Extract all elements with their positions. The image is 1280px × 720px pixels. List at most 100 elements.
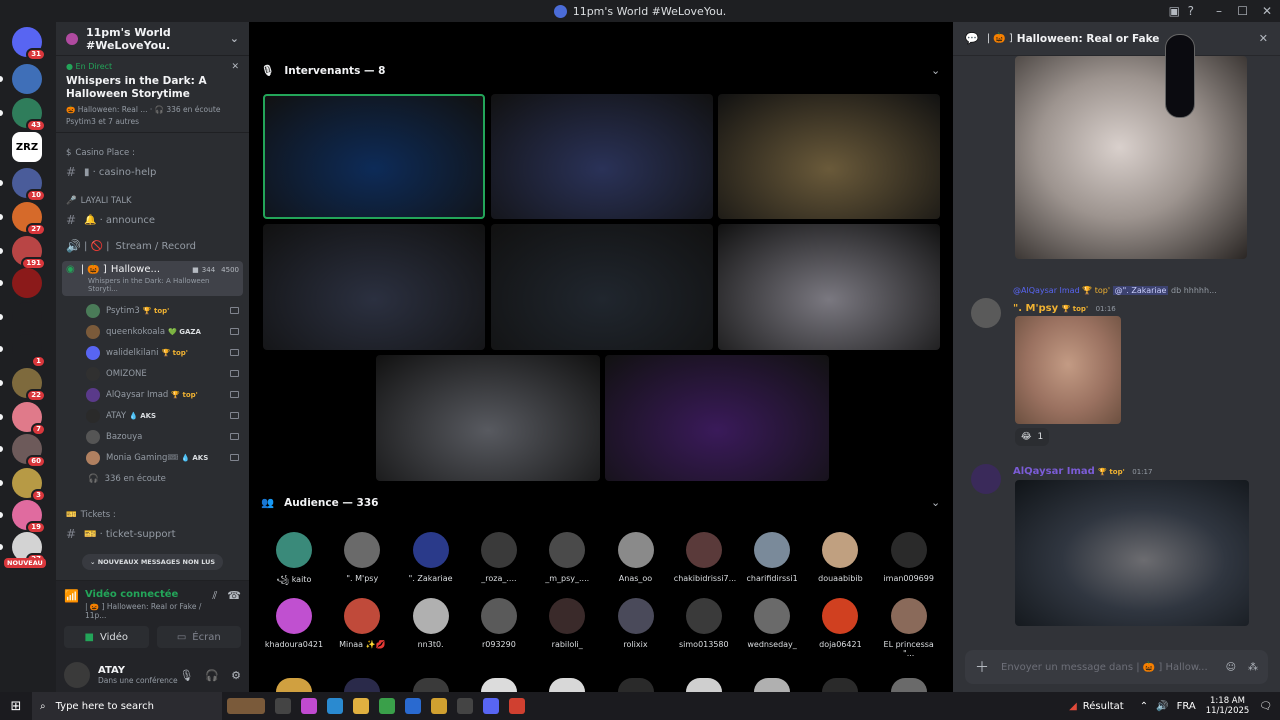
gear-icon[interactable]: ⚙ — [231, 669, 241, 682]
channel-ticket-support[interactable]: # 🎫 · ticket-support — [56, 523, 249, 545]
chrome-icon[interactable] — [431, 698, 447, 714]
speaker-video-tile[interactable] — [605, 355, 829, 481]
microphone-icon[interactable]: 🎙 — [179, 669, 193, 682]
voice-user[interactable]: AlQaysar Imad 🏆 top' — [56, 384, 249, 405]
server-icon-8[interactable] — [12, 302, 42, 332]
category-casino[interactable]: $ Casino Place : — [56, 145, 249, 161]
speaker-video-tile[interactable] — [263, 224, 485, 350]
screen-share-button[interactable]: ▭ Écran — [156, 626, 241, 648]
message-input[interactable]: ＋ Envoyer un message dans | 🎃 ] Hallow..… — [965, 650, 1268, 684]
channel-announce[interactable]: # 🔔 · announce — [56, 209, 249, 231]
help-icon[interactable]: ? — [1188, 0, 1194, 22]
chevron-down-icon[interactable]: ⌄ — [931, 496, 940, 509]
audience-member[interactable]: doja06421 — [810, 598, 870, 649]
add-attachment-icon[interactable]: ＋ — [975, 657, 989, 677]
avatar[interactable] — [276, 678, 312, 692]
close-window-button[interactable]: ✕ — [1262, 0, 1272, 22]
avatar[interactable] — [480, 678, 517, 692]
close-icon[interactable]: ✕ — [1259, 32, 1268, 45]
audience-member[interactable]: rolixix — [606, 598, 666, 649]
audience-member[interactable]: ". Zakariae — [401, 532, 461, 583]
audience-member[interactable]: _m_psy_.... — [537, 532, 597, 583]
server-icon-12[interactable]: 60 — [12, 434, 46, 468]
reaction-button[interactable]: 😂 1 — [1015, 428, 1050, 446]
audience-member[interactable]: Anas_oo — [606, 532, 666, 583]
noise-suppression-icon[interactable]: ⫽ — [212, 589, 217, 620]
speaker-video-tile[interactable] — [263, 94, 485, 219]
avatar[interactable] — [412, 678, 449, 692]
server-icon-9[interactable]: 1 — [12, 334, 46, 368]
avatar[interactable] — [890, 678, 927, 692]
windows-start-icon[interactable]: ⊞ — [0, 699, 32, 714]
message-author[interactable]: ". M'psy 🏆 top' 01:16 — [1013, 303, 1116, 314]
minimize-button[interactable]: – — [1216, 0, 1222, 22]
server-icon-11[interactable]: 7 — [12, 402, 46, 436]
audience-member[interactable]: wednseday_ — [742, 598, 802, 649]
message-author[interactable]: AlQaysar Imad 🏆 top' 01:17 — [1013, 466, 1152, 477]
server-icon-7[interactable] — [12, 268, 42, 298]
channel-casino-help[interactable]: # ▮ · casino-help — [56, 161, 249, 183]
speaker-video-tile[interactable] — [718, 224, 940, 350]
obs-icon[interactable] — [457, 698, 473, 714]
avatar[interactable] — [971, 298, 1001, 328]
copilot-icon[interactable] — [301, 698, 317, 714]
audience-member[interactable]: nn3t0. — [401, 598, 461, 649]
audience-member[interactable]: chakibidrissi7... — [674, 532, 736, 583]
channel-halloween-active[interactable]: ◉ | 🎃 ] Hallowe... ■ 344 4500 Whispers in… — [62, 261, 243, 296]
speaker-video-tile[interactable] — [491, 224, 713, 350]
inbox-icon[interactable]: ▣ — [1169, 0, 1180, 22]
voice-user[interactable]: Psytim3 🏆 top' — [56, 300, 249, 321]
voice-user[interactable]: Monia Gaming🎟 💧 AKS — [56, 447, 249, 468]
voice-channel[interactable]: | 🎃 ] Halloween: Real or Fake / 11p... — [85, 602, 212, 620]
avatar[interactable] — [971, 464, 1001, 494]
volume-icon[interactable]: 🔊 — [1156, 701, 1168, 712]
voice-user[interactable]: queenkokoala 💚 GAZA — [56, 321, 249, 342]
voice-user[interactable]: Bazouya — [56, 426, 249, 447]
audience-member[interactable]: charifidirssi1 — [742, 532, 802, 583]
audience-member[interactable]: _roza_.... — [469, 532, 529, 583]
taskbar-search-input[interactable]: ⌕ Type here to search — [32, 692, 222, 720]
tray-lang[interactable]: FRA — [1177, 701, 1196, 712]
audience-member[interactable]: Minaa ✨💋 — [332, 598, 392, 649]
audience-member[interactable]: simo013580 — [674, 598, 734, 649]
category-tickets[interactable]: 🎫 Tickets : — [56, 507, 249, 523]
voice-user[interactable]: OMIZONE — [56, 363, 249, 384]
audience-member[interactable]: rabiloli_ — [537, 598, 597, 649]
outlook-icon[interactable] — [405, 698, 421, 714]
headphones-icon[interactable]: 🎧 — [205, 669, 219, 682]
file-explorer-icon[interactable] — [353, 698, 369, 714]
disconnect-icon[interactable]: ☎ — [227, 589, 241, 620]
server-icon-2[interactable]: 43 — [12, 98, 46, 132]
chrome-icon[interactable] — [509, 698, 525, 714]
audience-member[interactable]: khadoura0421 — [264, 598, 324, 649]
server-icon-13[interactable]: 3 — [12, 468, 46, 502]
close-icon[interactable]: ✕ — [231, 62, 239, 72]
audience-member[interactable]: iman009699 — [879, 532, 939, 583]
avatar[interactable] — [344, 678, 381, 692]
image-attachment-cat[interactable] — [1015, 56, 1247, 259]
maximize-button[interactable]: ☐ — [1237, 0, 1248, 22]
audience-member[interactable]: ꧁ kaito — [264, 532, 324, 590]
speaker-video-tile[interactable] — [376, 355, 600, 481]
avatar[interactable] — [754, 678, 791, 692]
new-messages-pill[interactable]: ⌄ NOUVEAUX MESSAGES NON LUS — [82, 554, 224, 570]
server-icon-10[interactable]: 22 — [12, 368, 46, 402]
audience-member[interactable]: EL princessa "... — [879, 598, 939, 658]
audience-member[interactable]: ". M'psy — [332, 532, 392, 583]
image-attachment-video[interactable] — [1015, 480, 1249, 626]
server-icon-3[interactable]: ZRZ — [12, 132, 42, 162]
server-icon-14[interactable]: 19 — [12, 500, 46, 534]
reply-preview[interactable]: @AlQaysar Imad 🏆 top' @". Zakariae db hh… — [1013, 286, 1217, 295]
server-icon-0[interactable]: 31 — [12, 27, 46, 61]
voice-user[interactable]: ATAY 💧 AKS — [56, 405, 249, 426]
apps-icon[interactable]: ⁂ — [1248, 662, 1258, 673]
server-icon-4[interactable]: 10 — [12, 168, 46, 202]
speakers-header[interactable]: 🎙 Intervenants — 8 — [261, 64, 385, 78]
tray-clock[interactable]: 1:18 AM 11/1/2025 — [1206, 696, 1250, 716]
emoji-icon[interactable]: ☺ — [1226, 662, 1236, 673]
audience-header[interactable]: 👥 Audience — 336 — [261, 496, 378, 510]
server-icon-6[interactable]: 191 — [12, 236, 46, 270]
live-event-card[interactable]: ● En Direct ✕ Whispers in the Dark: A Ha… — [56, 56, 249, 133]
chevron-down-icon[interactable]: ⌄ — [931, 64, 940, 77]
voice-user[interactable]: walidelkilani 🏆 top' — [56, 342, 249, 363]
